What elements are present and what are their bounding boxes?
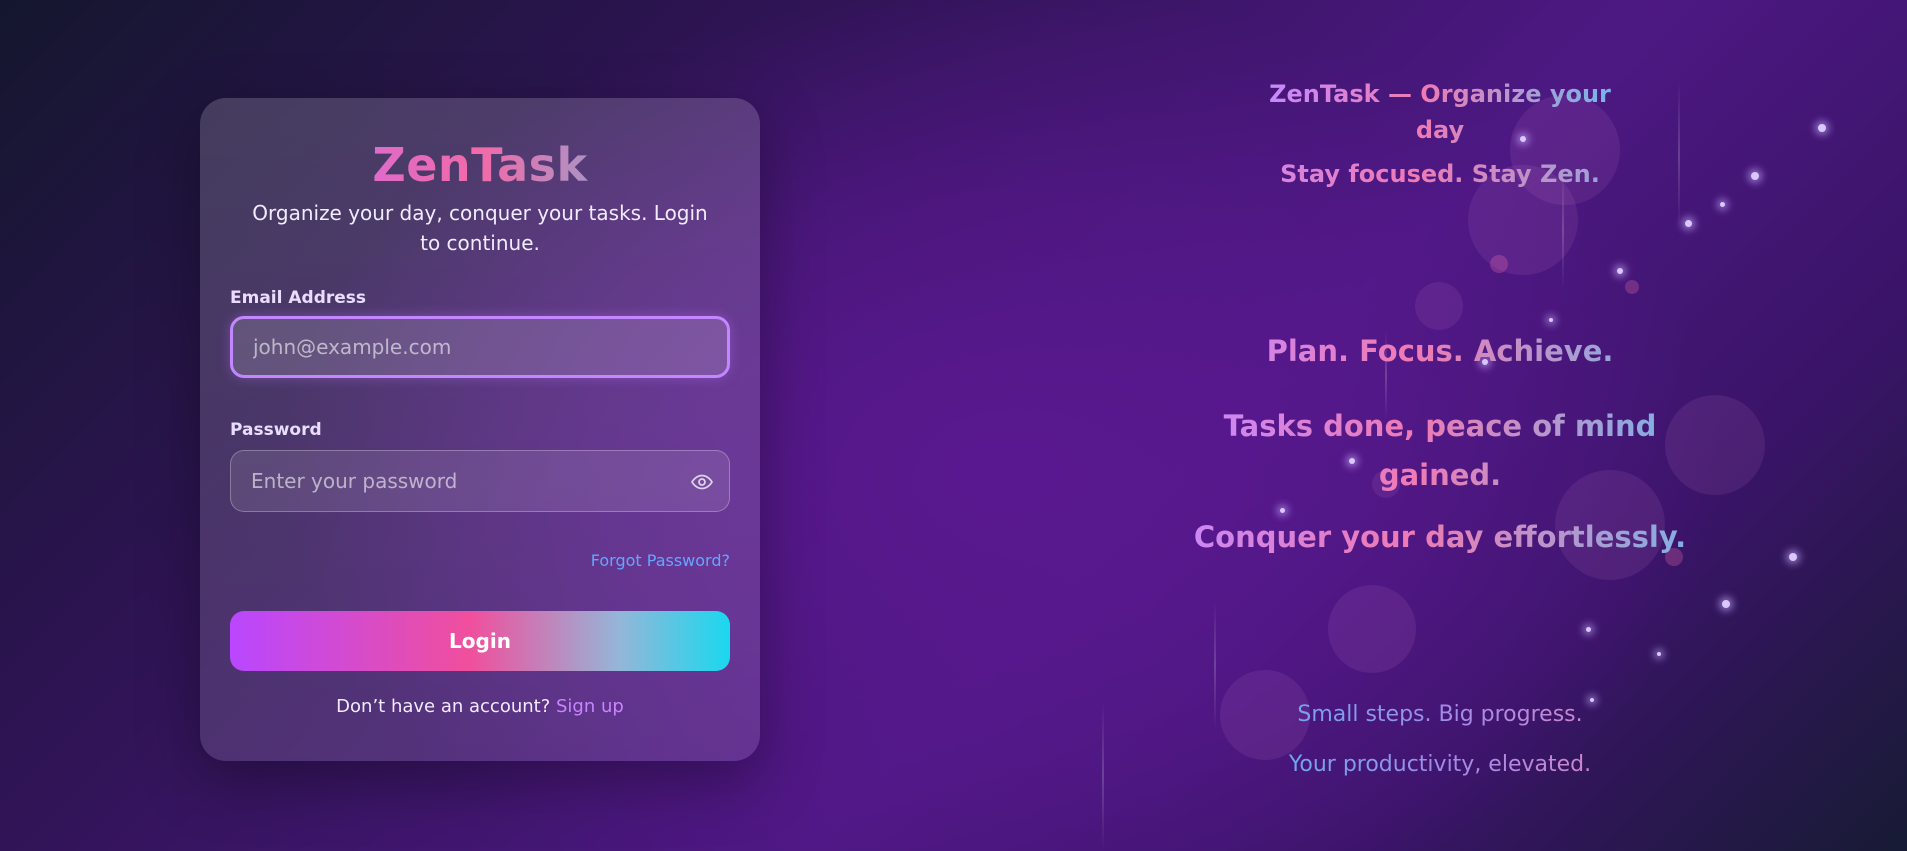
- hero-slogan: Plan. Focus. Achieve.: [1180, 334, 1700, 368]
- signup-link[interactable]: Sign up: [556, 696, 624, 717]
- password-label: Password: [230, 420, 322, 440]
- password-field[interactable]: [230, 450, 730, 512]
- hero-slogan: Tasks done, peace of mind gained.: [1180, 402, 1700, 500]
- email-field[interactable]: [230, 316, 730, 378]
- hero-footer-line: Your productivity, elevated.: [1180, 752, 1700, 777]
- hero-slogan: Conquer your day effortlessly.: [1150, 520, 1730, 554]
- app-logo: ZenTask: [200, 138, 760, 192]
- forgot-password-link[interactable]: Forgot Password?: [591, 551, 730, 570]
- signup-prompt-line: Don’t have an account? Sign up: [200, 696, 760, 717]
- signup-prompt: Don’t have an account?: [336, 696, 551, 717]
- email-label: Email Address: [230, 288, 367, 308]
- login-button[interactable]: Login: [230, 611, 730, 671]
- hero-footer-line: Small steps. Big progress.: [1180, 702, 1700, 727]
- eye-icon[interactable]: [690, 470, 714, 494]
- login-card: ZenTask Organize your day, conquer your …: [200, 98, 760, 761]
- login-subtitle: Organize your day, conquer your tasks. L…: [252, 201, 708, 255]
- hero-title: ZenTask — Organize your day: [1265, 76, 1615, 148]
- hero-tagline: Stay focused. Stay Zen.: [1180, 160, 1700, 188]
